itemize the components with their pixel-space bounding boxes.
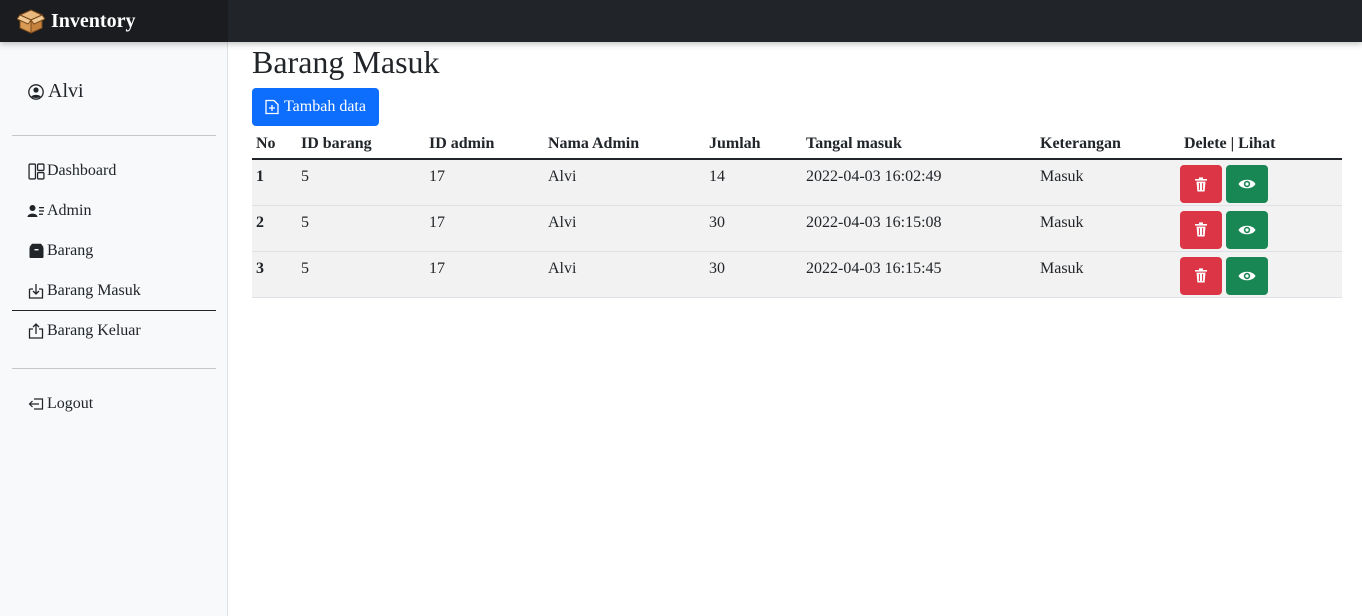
table-row: 3 5 17 Alvi 30 2022-04-03 16:15:45 Masuk bbox=[252, 251, 1342, 298]
sidebar-item-label: Admin bbox=[47, 202, 92, 219]
cell-id-barang: 5 bbox=[297, 205, 425, 252]
view-button[interactable] bbox=[1226, 165, 1268, 203]
barang-masuk-table: No ID barang ID admin Nama Admin Jumlah … bbox=[252, 130, 1342, 298]
cell-actions bbox=[1180, 205, 1342, 252]
cell-keterangan: Masuk bbox=[1036, 159, 1180, 206]
box-icon bbox=[27, 242, 45, 260]
logout-link[interactable]: Logout bbox=[12, 385, 216, 423]
brand-name: Inventory bbox=[51, 9, 136, 32]
col-header-id-barang: ID barang bbox=[297, 130, 425, 160]
col-header-jumlah: Jumlah bbox=[705, 130, 802, 160]
cell-actions bbox=[1180, 251, 1342, 298]
page-title: Barang Masuk bbox=[252, 44, 440, 80]
cell-jumlah: 14 bbox=[705, 159, 802, 206]
sidebar-item-label: Dashboard bbox=[47, 162, 117, 179]
table-row: 1 5 17 Alvi 14 2022-04-03 16:02:49 Masuk bbox=[252, 159, 1342, 206]
col-header-no: No bbox=[252, 130, 297, 160]
logout-label: Logout bbox=[47, 395, 94, 412]
cell-id-admin: 17 bbox=[425, 251, 544, 298]
sidebar-divider bbox=[12, 135, 216, 136]
add-data-label: Tambah data bbox=[284, 98, 366, 115]
cell-id-barang: 5 bbox=[297, 251, 425, 298]
col-header-actions: Delete | Lihat bbox=[1180, 130, 1342, 160]
sidebar-item-label: Barang Keluar bbox=[47, 322, 141, 339]
person-lines-icon bbox=[27, 202, 45, 220]
cell-no: 1 bbox=[252, 159, 297, 206]
user-name: Alvi bbox=[48, 80, 84, 102]
cell-id-admin: 17 bbox=[425, 205, 544, 252]
cell-actions bbox=[1180, 159, 1342, 206]
top-navbar: Inventory bbox=[0, 0, 1362, 42]
eye-icon bbox=[1238, 179, 1256, 189]
sidebar-item-barang-masuk[interactable]: Barang Masuk bbox=[12, 272, 216, 311]
trash-icon bbox=[1195, 222, 1207, 237]
person-circle-icon bbox=[28, 83, 44, 100]
file-plus-icon bbox=[265, 99, 279, 115]
cell-id-barang: 5 bbox=[297, 159, 425, 206]
layout-icon bbox=[27, 162, 45, 180]
cell-nama-admin: Alvi bbox=[544, 159, 705, 206]
sidebar-divider bbox=[12, 368, 216, 369]
delete-button[interactable] bbox=[1180, 256, 1222, 295]
add-data-button[interactable]: Tambah data bbox=[252, 88, 379, 126]
cell-jumlah: 30 bbox=[705, 251, 802, 298]
sidebar-item-label: Barang bbox=[47, 242, 94, 259]
cell-id-admin: 17 bbox=[425, 159, 544, 206]
box-arrow-out-icon bbox=[27, 322, 45, 340]
cell-no: 2 bbox=[252, 205, 297, 252]
brand[interactable]: Inventory bbox=[0, 0, 228, 42]
sidebar-item-label: Barang Masuk bbox=[47, 282, 141, 299]
cell-keterangan: Masuk bbox=[1036, 251, 1180, 298]
col-header-tangal-masuk: Tangal masuk bbox=[802, 130, 1036, 160]
eye-icon bbox=[1238, 225, 1256, 234]
view-button[interactable] bbox=[1226, 256, 1268, 295]
delete-button[interactable] bbox=[1180, 165, 1222, 203]
sidebar-item-barang-keluar[interactable]: Barang Keluar bbox=[12, 312, 216, 350]
col-header-nama-admin: Nama Admin bbox=[544, 130, 705, 160]
table-header-row: No ID barang ID admin Nama Admin Jumlah … bbox=[252, 130, 1342, 160]
col-header-id-admin: ID admin bbox=[425, 130, 544, 160]
sidebar: Alvi Dashboard Admin Barang Barang Masuk… bbox=[0, 42, 228, 616]
cell-jumlah: 30 bbox=[705, 205, 802, 252]
box-logo-icon bbox=[17, 7, 45, 35]
box-arrow-left-icon bbox=[27, 395, 45, 413]
table-row: 2 5 17 Alvi 30 2022-04-03 16:15:08 Masuk bbox=[252, 205, 1342, 252]
view-button[interactable] bbox=[1226, 210, 1268, 249]
cell-keterangan: Masuk bbox=[1036, 205, 1180, 252]
sidebar-item-admin[interactable]: Admin bbox=[12, 192, 216, 230]
sidebar-item-dashboard[interactable]: Dashboard bbox=[12, 152, 216, 190]
col-header-keterangan: Keterangan bbox=[1036, 130, 1180, 160]
cell-tangal-masuk: 2022-04-03 16:15:08 bbox=[802, 205, 1036, 252]
sidebar-item-barang[interactable]: Barang bbox=[12, 232, 216, 270]
cell-no: 3 bbox=[252, 251, 297, 298]
trash-icon bbox=[1195, 176, 1207, 191]
cell-tangal-masuk: 2022-04-03 16:15:45 bbox=[802, 251, 1036, 298]
trash-icon bbox=[1195, 268, 1207, 283]
user-profile: Alvi bbox=[28, 80, 84, 103]
cell-nama-admin: Alvi bbox=[544, 251, 705, 298]
box-arrow-in-icon bbox=[27, 282, 45, 300]
delete-button[interactable] bbox=[1180, 210, 1222, 249]
cell-tangal-masuk: 2022-04-03 16:02:49 bbox=[802, 159, 1036, 206]
cell-nama-admin: Alvi bbox=[544, 205, 705, 252]
eye-icon bbox=[1238, 271, 1256, 280]
